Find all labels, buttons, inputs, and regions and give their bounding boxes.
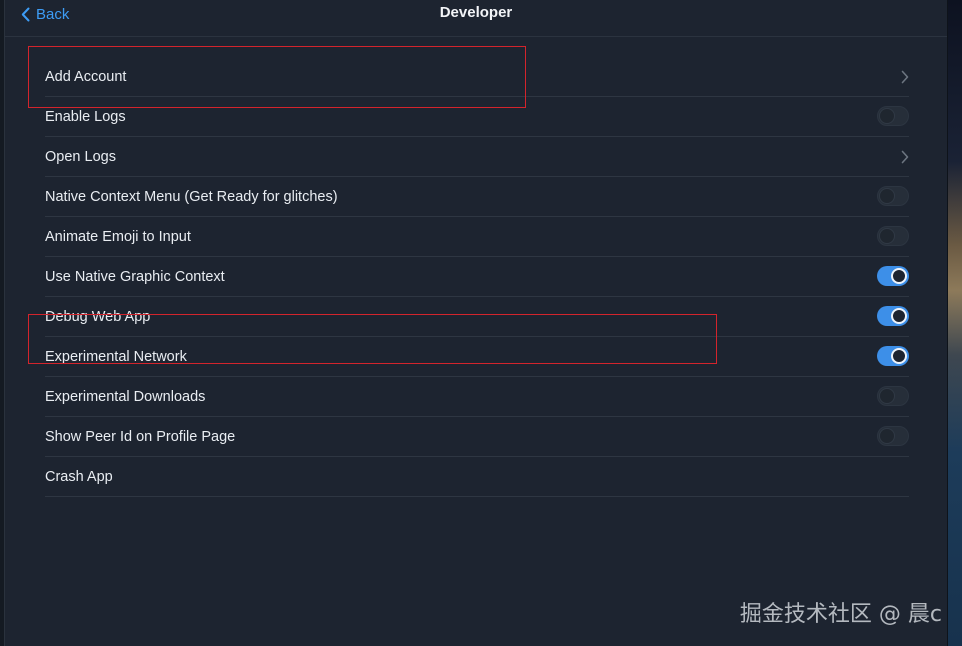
row-label: Debug Web App bbox=[45, 308, 151, 325]
row-debug-web-app: Debug Web App bbox=[45, 297, 909, 337]
toggle-knob bbox=[879, 188, 895, 204]
settings-window: Back Developer Add Account Enable Logs O… bbox=[5, 0, 947, 646]
row-experimental-downloads: Experimental Downloads bbox=[45, 377, 909, 417]
screen: Back Developer Add Account Enable Logs O… bbox=[0, 0, 962, 646]
row-label: Open Logs bbox=[45, 148, 116, 165]
watermark: 掘金技术社区 @ 晨c bbox=[739, 602, 942, 627]
enable-logs-toggle[interactable] bbox=[877, 106, 909, 126]
animate-emoji-toggle[interactable] bbox=[877, 226, 909, 246]
toggle-knob bbox=[891, 308, 907, 324]
settings-list: Add Account Enable Logs Open Logs Native… bbox=[45, 57, 909, 497]
toggle-knob bbox=[879, 428, 895, 444]
toggle-knob bbox=[879, 228, 895, 244]
row-label: Enable Logs bbox=[45, 108, 126, 125]
chevron-right-icon bbox=[901, 150, 909, 164]
chevron-right-icon bbox=[901, 70, 909, 84]
experimental-downloads-toggle[interactable] bbox=[877, 386, 909, 406]
row-native-context-menu: Native Context Menu (Get Ready for glitc… bbox=[45, 177, 909, 217]
toggle-knob bbox=[879, 108, 895, 124]
row-label: Add Account bbox=[45, 68, 127, 85]
toggle-knob bbox=[891, 348, 907, 364]
experimental-network-toggle[interactable] bbox=[877, 346, 909, 366]
row-enable-logs: Enable Logs bbox=[45, 97, 909, 137]
row-label: Native Context Menu (Get Ready for glitc… bbox=[45, 188, 338, 205]
toggle-knob bbox=[891, 268, 907, 284]
row-label: Experimental Downloads bbox=[45, 388, 206, 405]
row-add-account[interactable]: Add Account bbox=[45, 57, 909, 97]
row-animate-emoji: Animate Emoji to Input bbox=[45, 217, 909, 257]
toggle-knob bbox=[879, 388, 895, 404]
page-title: Developer bbox=[439, 4, 513, 21]
row-open-logs[interactable]: Open Logs bbox=[45, 137, 909, 177]
row-show-peer-id: Show Peer Id on Profile Page bbox=[45, 417, 909, 457]
title-bar: Back Developer bbox=[5, 0, 947, 37]
show-peer-id-toggle[interactable] bbox=[877, 426, 909, 446]
row-label: Show Peer Id on Profile Page bbox=[45, 428, 236, 445]
row-crash-app[interactable]: Crash App bbox=[45, 457, 909, 497]
row-experimental-network: Experimental Network bbox=[45, 337, 909, 377]
row-label: Use Native Graphic Context bbox=[45, 268, 225, 285]
row-native-graphic-context: Use Native Graphic Context bbox=[45, 257, 909, 297]
native-context-menu-toggle[interactable] bbox=[877, 186, 909, 206]
desktop-wallpaper-edge bbox=[947, 0, 962, 646]
row-label: Animate Emoji to Input bbox=[45, 228, 191, 245]
debug-web-app-toggle[interactable] bbox=[877, 306, 909, 326]
row-label: Experimental Network bbox=[45, 348, 187, 365]
native-graphic-context-toggle[interactable] bbox=[877, 266, 909, 286]
row-label: Crash App bbox=[45, 468, 113, 485]
